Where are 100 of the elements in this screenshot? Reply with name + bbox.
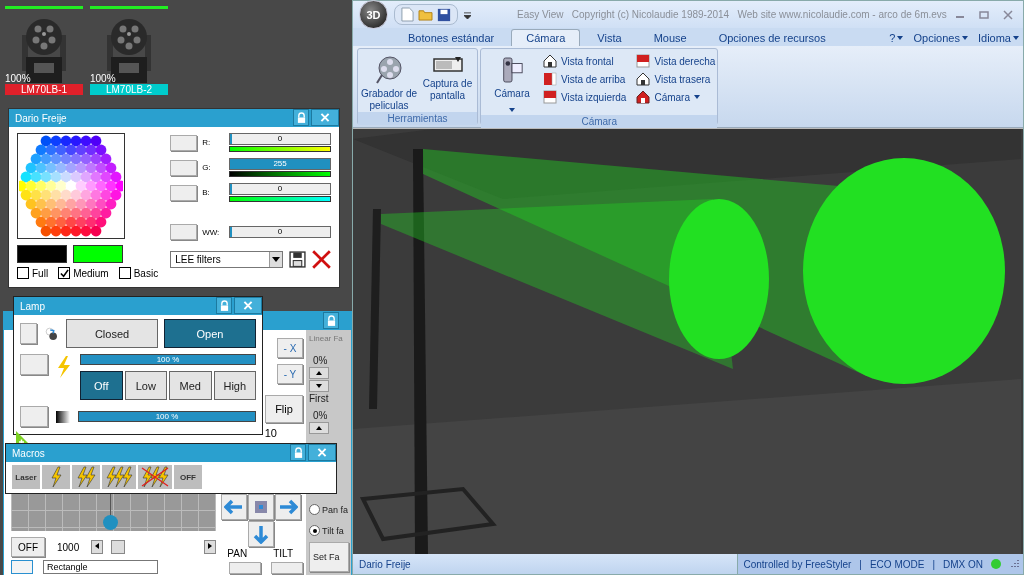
close-icon[interactable] xyxy=(311,109,339,126)
checkbox[interactable] xyxy=(118,267,131,279)
ribbon-button[interactable]: Grabador de peliculas xyxy=(360,52,418,112)
delete-icon[interactable] xyxy=(312,250,331,269)
strobe-option[interactable]: Off xyxy=(80,371,123,400)
left-arrow-button[interactable] xyxy=(221,494,247,520)
menu-dropdown[interactable]: Opciones xyxy=(909,30,972,46)
ribbon-tab[interactable]: Opciones de recursos xyxy=(703,29,841,46)
save-icon[interactable] xyxy=(289,251,306,268)
ribbon-button[interactable]: Cámara xyxy=(483,52,541,115)
maximize-icon[interactable] xyxy=(979,9,989,20)
macro-button[interactable] xyxy=(42,465,70,489)
ribbon-button[interactable]: Vista frontal xyxy=(543,52,627,70)
up-button[interactable] xyxy=(309,367,329,379)
off-button[interactable]: OFF xyxy=(11,537,45,557)
set-fan-button[interactable]: Set Fa xyxy=(309,542,349,572)
lock-icon[interactable] xyxy=(293,109,309,126)
fixture-label[interactable]: LM70LB-1 xyxy=(5,84,83,95)
checkbox[interactable] xyxy=(58,267,71,279)
ribbon-button[interactable]: Vista trasera xyxy=(636,70,716,88)
close-icon[interactable] xyxy=(234,297,262,314)
pan-button[interactable] xyxy=(229,562,261,574)
macro-button[interactable] xyxy=(102,465,136,489)
shutter-button[interactable] xyxy=(20,323,38,344)
ribbon-button[interactable]: Cámara xyxy=(636,88,716,106)
channel-slider[interactable]: 0 xyxy=(229,226,331,238)
radio-button[interactable] xyxy=(309,504,320,515)
ribbon-tab[interactable]: Cámara xyxy=(511,29,581,46)
down-button[interactable] xyxy=(309,380,329,392)
down-arrow-button[interactable] xyxy=(248,521,274,547)
channel-slider[interactable]: 255 xyxy=(229,158,331,170)
dimmer-button[interactable] xyxy=(20,354,48,375)
channel-value: 0 xyxy=(277,184,283,194)
close-icon[interactable] xyxy=(308,444,336,461)
shape-icon[interactable] xyxy=(11,560,33,574)
strobe-option[interactable]: High xyxy=(213,371,256,400)
strobe-option[interactable]: Low xyxy=(124,371,167,400)
side-view-icon xyxy=(543,90,557,104)
macro-button[interactable]: OFF xyxy=(174,465,202,489)
channel-slider[interactable]: 0 xyxy=(229,133,331,145)
ribbon-button[interactable]: Vista de arriba xyxy=(543,70,627,88)
top-view-icon xyxy=(543,72,557,86)
ribbon-button[interactable]: Captura de pantalla xyxy=(420,52,475,112)
color-wheel[interactable] xyxy=(17,133,125,239)
scroll-right-icon[interactable] xyxy=(204,540,216,554)
ribbon-tab[interactable]: Mouse xyxy=(638,29,702,46)
axis-button[interactable]: - Y xyxy=(277,364,303,384)
shutter-option[interactable]: Open xyxy=(164,319,256,348)
shape-dropdown[interactable]: Rectangle xyxy=(43,560,158,574)
ribbon-button[interactable]: Vista derecha xyxy=(636,52,716,70)
lock-icon[interactable] xyxy=(290,444,306,461)
speed-scrollbar[interactable] xyxy=(91,540,216,554)
axis-button[interactable]: - X xyxy=(277,338,303,358)
preset-button[interactable] xyxy=(170,159,198,176)
center-button[interactable] xyxy=(248,494,274,520)
lock-icon[interactable] xyxy=(323,312,339,329)
ribbon-button[interactable]: Vista izquierda xyxy=(543,88,627,106)
radio-button[interactable] xyxy=(309,525,320,536)
ribbon-tab[interactable]: Botones estándar xyxy=(393,29,510,46)
new-file-icon[interactable] xyxy=(401,7,414,22)
flip-button[interactable]: Flip xyxy=(265,395,303,423)
strobe-option[interactable]: Med xyxy=(169,371,212,400)
scroll-left-icon[interactable] xyxy=(91,540,104,554)
preset-button[interactable] xyxy=(170,224,198,240)
position-handle[interactable] xyxy=(103,515,118,530)
status-text: Controlled by FreeStyler xyxy=(743,558,852,570)
channel-label: R: xyxy=(202,138,212,147)
group-label: Cámara xyxy=(481,115,718,128)
scroll-thumb[interactable] xyxy=(111,540,126,554)
preset-button[interactable] xyxy=(170,184,198,201)
macro-button[interactable] xyxy=(138,465,172,489)
shutter-option[interactable]: Closed xyxy=(66,319,158,348)
menu-dropdown[interactable]: Idioma xyxy=(973,30,1023,46)
fine-value: 10 xyxy=(264,427,277,439)
zoom-bar[interactable]: 100 % xyxy=(78,411,256,422)
pan-tilt-grid[interactable] xyxy=(11,493,216,531)
color-swatch[interactable] xyxy=(73,245,123,263)
color-swatch[interactable] xyxy=(17,245,67,263)
macro-button[interactable] xyxy=(72,465,100,489)
checkbox[interactable] xyxy=(17,267,29,279)
lock-icon[interactable] xyxy=(216,297,232,314)
macro-button[interactable]: Laser xyxy=(12,465,40,489)
channel-slider[interactable]: 0 xyxy=(229,183,331,195)
menu-dropdown[interactable]: ? xyxy=(885,30,908,46)
ribbon-tab[interactable]: Vista xyxy=(582,29,637,46)
close-icon[interactable] xyxy=(1003,9,1013,20)
filter-dropdown[interactable]: LEE filters xyxy=(170,251,283,268)
save-icon[interactable] xyxy=(437,7,451,22)
pan-label: PAN xyxy=(227,548,248,559)
video-camera-icon xyxy=(500,55,524,85)
tilt-button[interactable] xyxy=(271,562,303,574)
right-arrow-button[interactable] xyxy=(275,494,301,520)
dimmer-bar[interactable]: 100 % xyxy=(80,354,256,365)
intensity-text: 100% xyxy=(5,73,31,84)
resize-grip-icon[interactable] xyxy=(1009,559,1019,569)
channel-value: 0 xyxy=(277,134,283,144)
preset-button[interactable] xyxy=(170,134,198,151)
channel-label: WW: xyxy=(202,227,221,237)
app-logo[interactable]: 3D xyxy=(359,0,388,29)
up-button[interactable] xyxy=(309,422,329,434)
